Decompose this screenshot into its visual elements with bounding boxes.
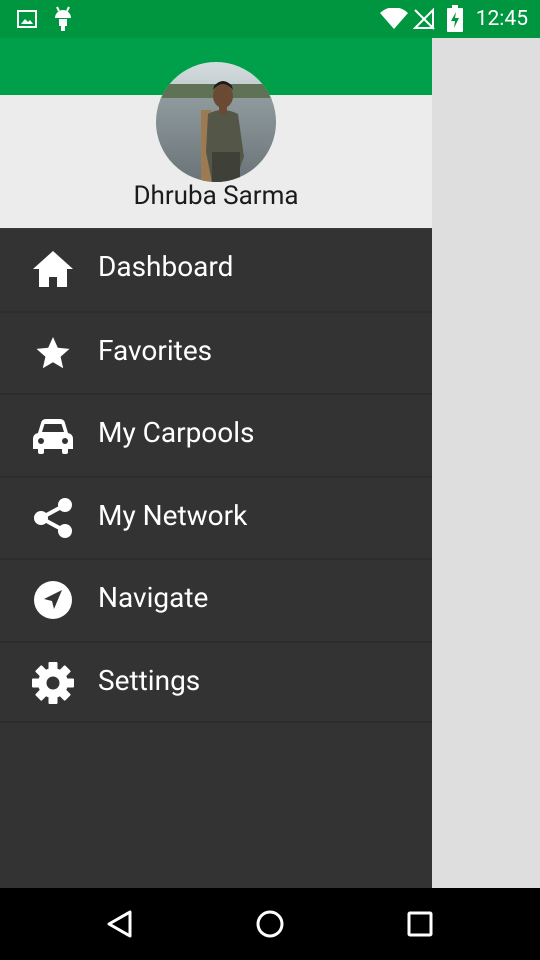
menu-label: Dashboard xyxy=(98,250,234,283)
battery-charging-icon xyxy=(447,5,463,32)
menu-item-settings[interactable]: Settings xyxy=(0,640,432,723)
menu-label: My Carpools xyxy=(98,416,255,449)
drawer-scrim[interactable] xyxy=(432,38,540,888)
share-icon xyxy=(34,497,72,538)
wifi-icon xyxy=(380,8,408,29)
gear-icon xyxy=(32,661,74,704)
avatar[interactable] xyxy=(156,62,276,182)
status-time: 12:45 xyxy=(475,7,528,31)
home-button[interactable] xyxy=(250,904,290,944)
menu-item-favorites[interactable]: Favorites xyxy=(0,310,432,394)
navigation-drawer: Dhruba Sarma Dashboard Favorites My Carp… xyxy=(0,38,432,888)
menu-item-my-network[interactable]: My Network xyxy=(0,475,432,559)
menu-label: Favorites xyxy=(98,333,213,367)
system-nav-bar xyxy=(0,888,540,960)
menu-label: Settings xyxy=(98,663,201,697)
car-icon xyxy=(33,419,73,454)
back-button[interactable] xyxy=(100,904,140,944)
menu-item-my-carpools[interactable]: My Carpools xyxy=(0,393,432,476)
star-icon xyxy=(36,336,70,368)
image-icon xyxy=(17,10,37,28)
home-icon xyxy=(33,251,73,287)
menu-item-dashboard[interactable]: Dashboard xyxy=(0,228,432,311)
avatar-photo xyxy=(156,62,276,182)
menu-label: Navigate xyxy=(98,581,209,614)
android-icon xyxy=(55,6,71,31)
navigation-icon xyxy=(34,581,72,619)
status-bar: 12:45 xyxy=(0,0,540,38)
drawer-header: Dhruba Sarma xyxy=(0,38,432,228)
menu-item-navigate[interactable]: Navigate xyxy=(0,558,432,641)
recents-button[interactable] xyxy=(400,904,440,944)
drawer-menu: Dashboard Favorites My Carpools My Netwo… xyxy=(0,228,432,723)
no-signal-icon xyxy=(413,8,435,30)
user-name: Dhruba Sarma xyxy=(133,181,299,211)
menu-label: My Network xyxy=(98,498,248,532)
